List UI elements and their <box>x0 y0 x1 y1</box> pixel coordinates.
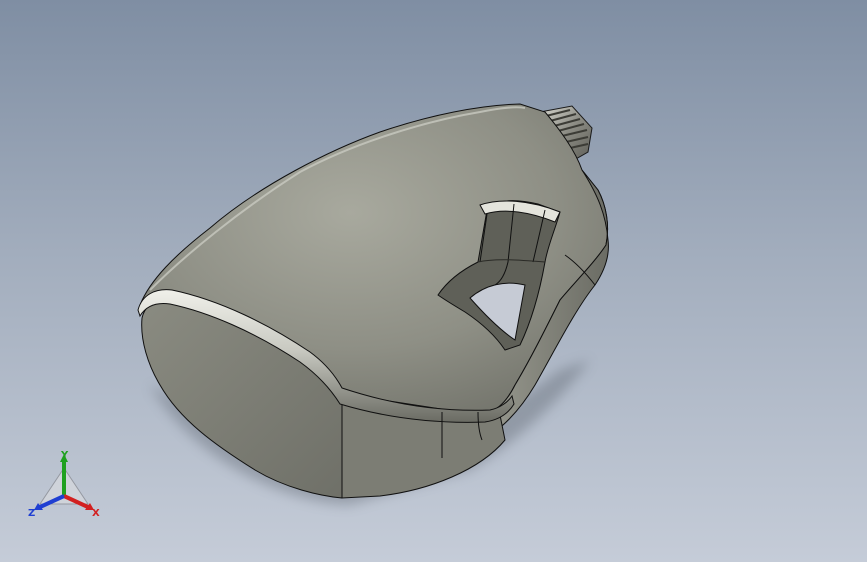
z-axis-label: Z <box>28 508 35 519</box>
x-axis-label: X <box>92 508 100 519</box>
y-axis-label: Y <box>60 450 69 461</box>
view-orientation-triad[interactable]: Y X Z <box>26 448 102 524</box>
graphics-viewport[interactable]: Y X Z <box>0 0 867 562</box>
cad-model-3d-view[interactable] <box>0 0 867 562</box>
